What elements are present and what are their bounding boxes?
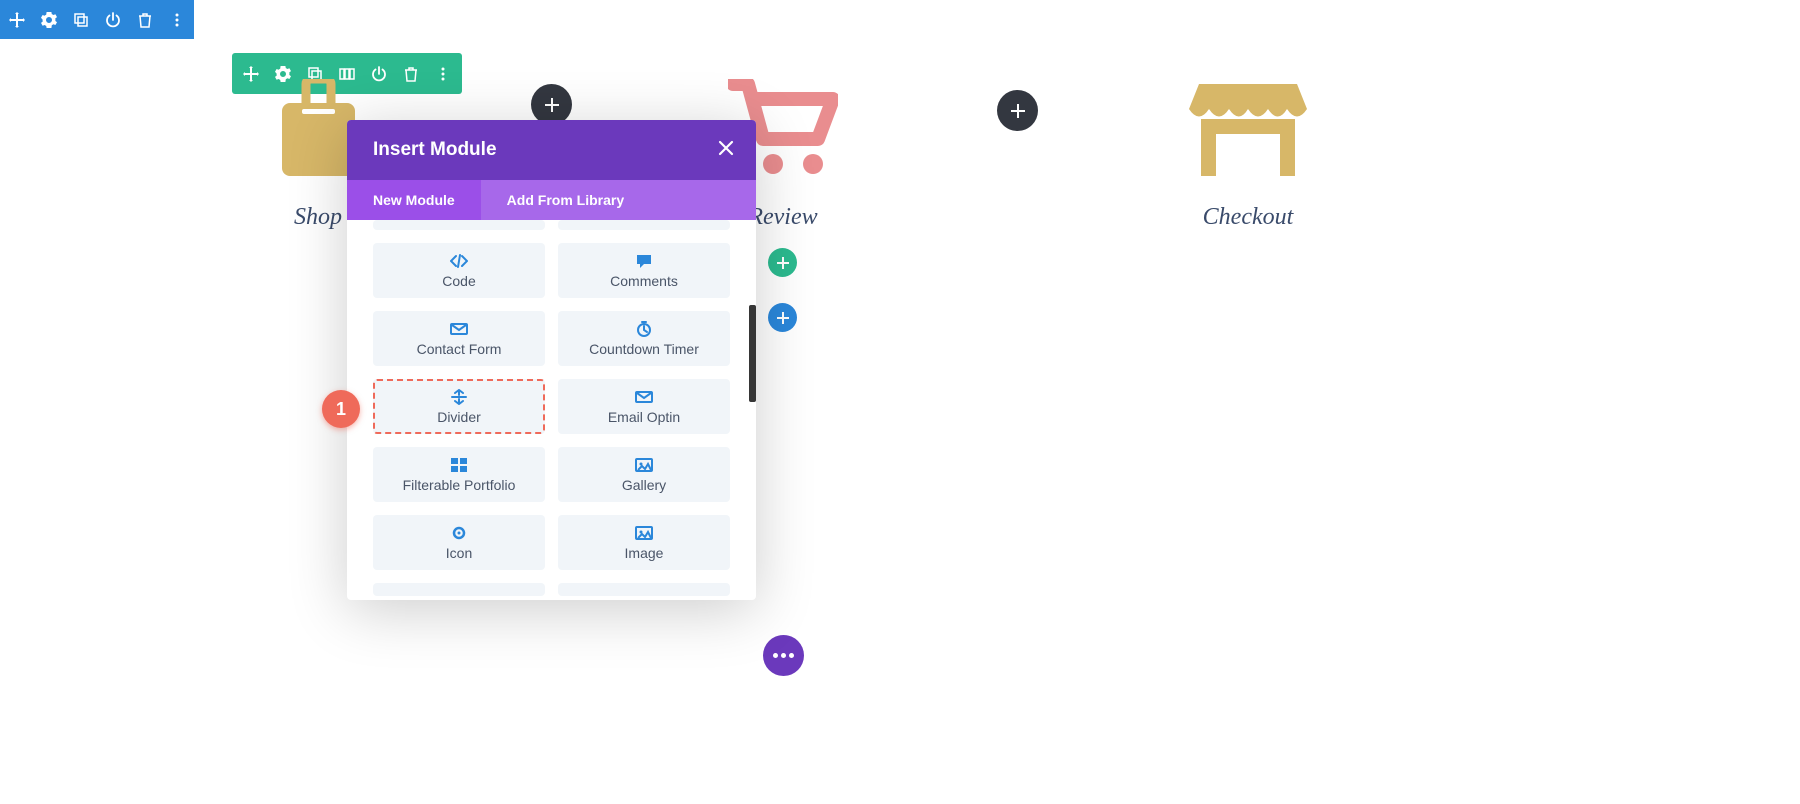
insert-module-modal: Insert Module New Module Add From Librar… (347, 120, 756, 600)
module-card-countdown-timer[interactable]: Countdown Timer (558, 311, 730, 366)
modal-title: Insert Module (373, 139, 497, 161)
module-label: Image (625, 545, 664, 561)
module-card-contact-form[interactable]: Contact Form (373, 311, 545, 366)
callout-badge: 1 (322, 390, 360, 428)
add-module-button[interactable] (531, 84, 572, 125)
module-label: Email Optin (608, 409, 680, 425)
module-card-image[interactable]: Image (558, 515, 730, 570)
module-card-partial[interactable] (373, 583, 545, 596)
add-section-button[interactable] (768, 303, 797, 332)
modal-body: Code Comments Contact Form Countdown Tim… (347, 220, 756, 600)
divider-icon (450, 389, 468, 405)
chat-icon (635, 253, 653, 269)
add-row-button[interactable] (768, 248, 797, 277)
module-label: Countdown Timer (589, 341, 699, 357)
module-card-partial[interactable] (373, 220, 545, 230)
module-card-partial[interactable] (558, 583, 730, 596)
module-label: Icon (446, 545, 472, 561)
module-card-email-optin[interactable]: Email Optin (558, 379, 730, 434)
tab-add-from-library[interactable]: Add From Library (481, 180, 756, 220)
page-settings-button[interactable] (763, 635, 804, 676)
module-card-partial[interactable] (558, 220, 730, 230)
tab-new-module[interactable]: New Module (347, 180, 481, 220)
module-label: Code (442, 273, 475, 289)
modal-header: Insert Module (347, 120, 756, 180)
module-card-code[interactable]: Code (373, 243, 545, 298)
module-card-icon[interactable]: Icon (373, 515, 545, 570)
image-icon (635, 525, 653, 541)
module-card-divider[interactable]: Divider (373, 379, 545, 434)
column-label: Checkout (1128, 204, 1368, 231)
storefront-icon (1128, 79, 1368, 176)
module-card-comments[interactable]: Comments (558, 243, 730, 298)
mail-icon (635, 389, 653, 405)
code-icon (450, 253, 468, 269)
module-label: Divider (437, 409, 481, 425)
module-card-gallery[interactable]: Gallery (558, 447, 730, 502)
add-module-button[interactable] (997, 90, 1038, 131)
grid-icon (450, 457, 468, 473)
module-label: Contact Form (417, 341, 502, 357)
scrollbar-thumb[interactable] (749, 305, 756, 402)
modal-tabs: New Module Add From Library (347, 180, 756, 220)
more-icon[interactable] (168, 11, 186, 29)
mail-icon (450, 321, 468, 337)
section-toolbar (0, 0, 194, 39)
column-checkout: Checkout (1128, 79, 1368, 231)
close-icon[interactable] (718, 140, 734, 161)
gear-icon[interactable] (40, 11, 58, 29)
module-label: Filterable Portfolio (403, 477, 516, 493)
module-label: Gallery (622, 477, 666, 493)
circle-icon (450, 525, 468, 541)
power-icon[interactable] (104, 11, 122, 29)
move-icon[interactable] (8, 11, 26, 29)
module-card-filterable-portfolio[interactable]: Filterable Portfolio (373, 447, 545, 502)
module-list[interactable]: Code Comments Contact Form Countdown Tim… (347, 220, 756, 600)
clock-icon (635, 321, 653, 337)
module-label: Comments (610, 273, 678, 289)
image-icon (635, 457, 653, 473)
trash-icon[interactable] (136, 11, 154, 29)
duplicate-icon[interactable] (72, 11, 90, 29)
